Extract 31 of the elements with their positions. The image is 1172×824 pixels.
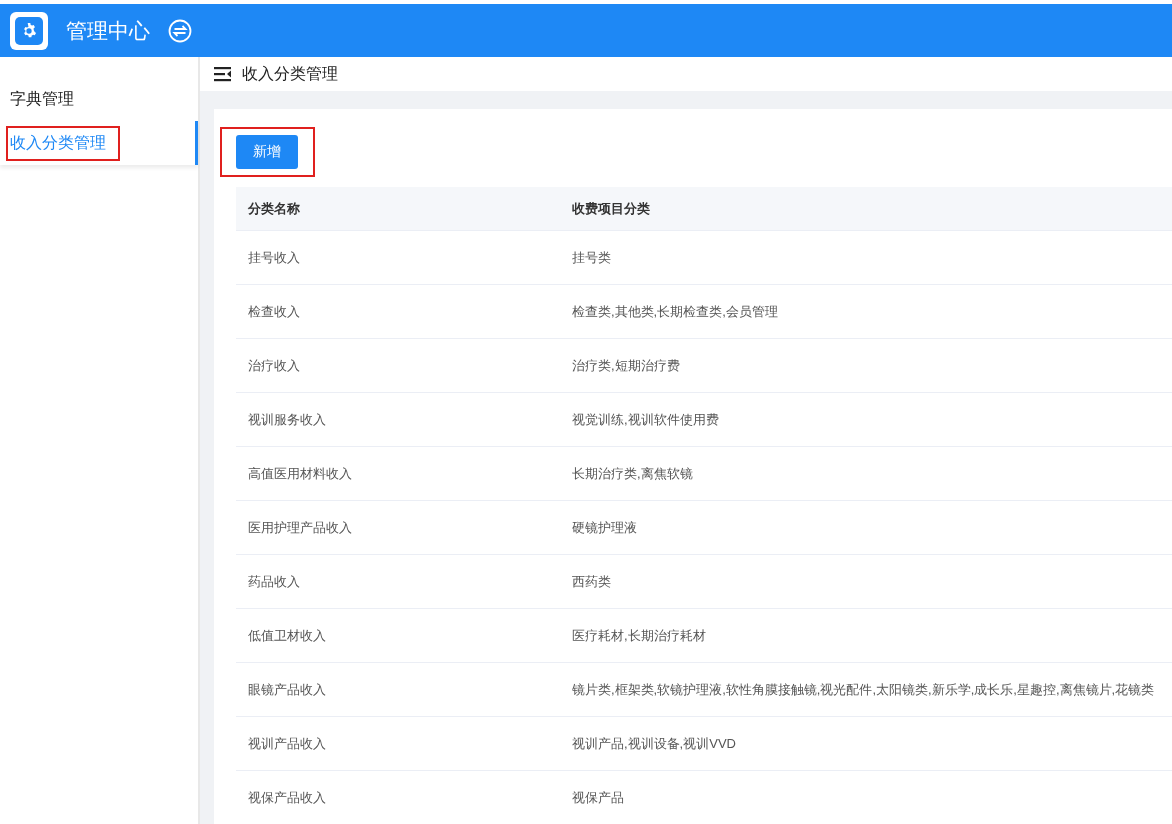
page-title: 收入分类管理 [242, 63, 338, 84]
table-cell: 检查类,其他类,长期检查类,会员管理 [560, 284, 1172, 339]
switch-icon[interactable] [168, 18, 192, 43]
table-cell: 医疗耗材,长期治疗耗材 [560, 608, 1172, 663]
gear-logo-icon [10, 11, 48, 50]
app-title: 管理中心 [66, 17, 150, 44]
table-cell: 视训服务收入 [236, 392, 560, 447]
table-cell: 挂号收入 [236, 230, 560, 285]
table-cell: 硬镜护理液 [560, 500, 1172, 555]
table-cell: 检查收入 [236, 284, 560, 339]
table-cell: 治疗收入 [236, 338, 560, 393]
table-cell: 药品收入 [236, 554, 560, 609]
table-cell: 低值卫材收入 [236, 608, 560, 663]
table-cell: 治疗类,短期治疗费 [560, 338, 1172, 393]
sidebar-item[interactable]: 收入分类管理 [0, 121, 198, 165]
table-cell: 视训产品收入 [236, 716, 560, 771]
add-button[interactable]: 新增 [236, 135, 298, 169]
table-cell: 长期治疗类,离焦软镜 [560, 446, 1172, 501]
table-cell: 高值医用材料收入 [236, 446, 560, 501]
table-cell: 挂号类 [560, 230, 1172, 285]
table-cell: 医用护理产品收入 [236, 500, 560, 555]
column-header: 收费项目分类 [560, 187, 1172, 231]
table-cell: 视保产品收入 [236, 770, 560, 824]
table-cell: 视保产品 [560, 770, 1172, 824]
table-cell: 视训产品,视训设备,视训VVD [560, 716, 1172, 771]
column-header: 分类名称 [236, 187, 560, 231]
table-cell: 镜片类,框架类,软镜护理液,软性角膜接触镜,视光配件,太阳镜类,新乐学,成长乐,星趣控,离焦镜片,花镜类 [560, 662, 1172, 717]
table-cell: 视觉训练,视训软件使用费 [560, 392, 1172, 447]
table-cell: 眼镜产品收入 [236, 662, 560, 717]
table-cell: 西药类 [560, 554, 1172, 609]
menu-collapse-icon[interactable] [214, 66, 232, 82]
